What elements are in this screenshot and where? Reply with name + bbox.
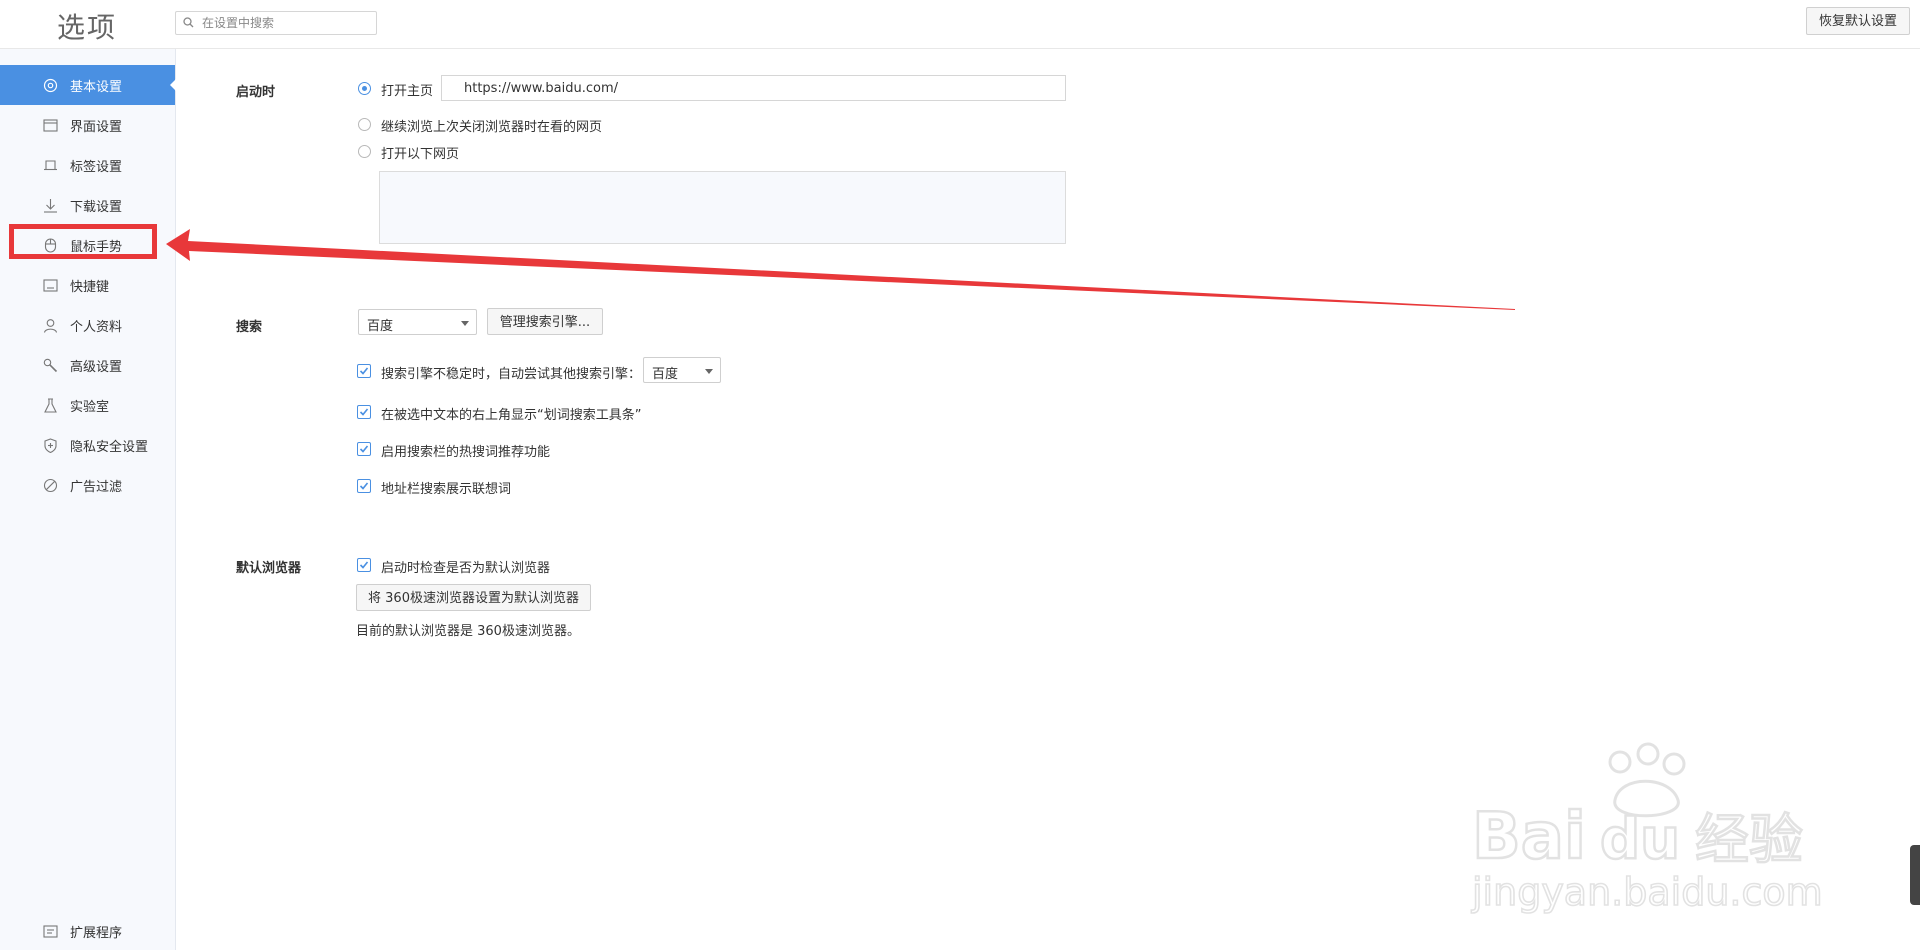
window-icon [43,119,58,132]
svg-text:经验: 经验 [1695,808,1803,871]
sidebar-item-label: 扩展程序 [70,926,123,941]
sidebar-item-label: 基本设置 [70,80,123,95]
chevron-down-icon [461,321,469,326]
block-icon [43,478,58,493]
extension-icon [43,925,58,938]
sidebar-item-advanced[interactable]: 高级设置 [0,345,175,385]
selection-toolbar-label: 在被选中文本的右上角显示“划词搜索工具条” [381,408,642,423]
sidebar-item-label: 界面设置 [70,120,123,135]
sidebar-item-label: 下载设置 [70,200,123,215]
address-suggest-label: 地址栏搜索展示联想词 [381,482,512,497]
checkbox-hot-words[interactable] [357,442,371,456]
check-default-label: 启动时检查是否为默认浏览器 [381,561,551,576]
sidebar-item-shortcuts[interactable]: 快捷键 [0,265,175,305]
sidebar-item-label: 广告过滤 [70,480,123,495]
checkbox-address-suggest[interactable] [357,479,371,493]
checkbox-check-default[interactable] [357,558,371,572]
download-icon [44,199,57,213]
search-fallback-label: 搜索引擎不稳定时，自动尝试其他搜索引擎： [381,367,642,382]
flask-icon [44,398,57,413]
radio-continue-session-label: 继续浏览上次关闭浏览器时在看的网页 [381,120,603,135]
sidebar-item-adblock[interactable]: 广告过滤 [0,465,175,505]
search-section-label: 搜索 [236,320,263,335]
wrench-icon [43,358,58,373]
sidebar-item-profile[interactable]: 个人资料 [0,305,175,345]
sidebar-item-label: 隐私安全设置 [70,440,149,455]
sidebar-item-label: 高级设置 [70,360,123,375]
radio-open-pages[interactable] [358,145,371,158]
radio-open-home[interactable] [358,82,371,95]
sidebar-item-label: 鼠标手势 [70,240,123,255]
sidebar-item-download[interactable]: 下载设置 [0,185,175,225]
sidebar-item-tabs[interactable]: 标签设置 [0,145,175,185]
startup-pages-list[interactable] [379,171,1066,244]
sidebar-item-extensions[interactable]: 扩展程序 [0,911,175,951]
sidebar-item-mouse-gesture[interactable]: 鼠标手势 [0,225,175,265]
sidebar-item-basic[interactable]: 基本设置 [0,65,176,105]
sidebar: 基本设置 界面设置 标签设置 下载设置 鼠标手势 快捷键 个人资料 高级设置 实… [0,49,176,950]
search-icon [183,17,194,28]
keyboard-icon [43,279,58,292]
startup-section-label: 启动时 [236,85,276,100]
search-box[interactable] [175,11,377,35]
radio-open-pages-label: 打开以下网页 [381,147,460,162]
checkmark-icon [359,482,369,490]
sidebar-item-label: 个人资料 [70,320,123,335]
home-url-input[interactable] [441,75,1066,101]
hot-words-label: 启用搜索栏的热搜词推荐功能 [381,445,551,460]
chevron-down-icon [705,369,713,374]
checkmark-icon [359,445,369,453]
baidu-jingyan-watermark: Bai du 经验 jingyan.baidu.com [1470,742,1823,915]
shield-icon [44,438,57,453]
sidebar-item-label: 快捷键 [70,280,110,295]
fallback-engine-value: 百度 [652,367,679,382]
manage-search-engines-button[interactable]: 管理搜索引擎... [487,308,603,335]
checkmark-icon [359,561,369,569]
search-input[interactable] [200,14,374,32]
default-browser-status: 目前的默认浏览器是 360极速浏览器。 [356,624,580,639]
radio-open-home-label: 打开主页 [381,84,434,99]
default-browser-section-label: 默认浏览器 [236,561,302,576]
header-bar: 选项 恢复默认设置 [0,0,1920,49]
checkbox-selection-toolbar[interactable] [357,405,371,419]
tab-icon [44,160,57,171]
page-title: 选项 [57,11,118,44]
sidebar-item-label: 标签设置 [70,160,123,175]
search-engine-value: 百度 [367,319,394,334]
checkbox-search-fallback[interactable] [357,364,371,378]
checkmark-icon [359,408,369,416]
svg-text:jingyan.baidu.com: jingyan.baidu.com [1471,870,1823,914]
sidebar-item-privacy[interactable]: 隐私安全设置 [0,425,175,465]
set-default-browser-button[interactable]: 将 360极速浏览器设置为默认浏览器 [356,584,591,611]
mouse-icon [44,238,57,253]
svg-text:du: du [1600,807,1680,872]
user-icon [43,319,58,333]
search-engine-select[interactable]: 百度 [358,309,477,335]
checkmark-icon [359,367,369,375]
sidebar-item-interface[interactable]: 界面设置 [0,105,175,145]
side-scroll-handle[interactable] [1910,845,1920,905]
fallback-engine-select[interactable]: 百度 [643,357,721,383]
radio-continue-session[interactable] [358,118,371,131]
reset-defaults-button[interactable]: 恢复默认设置 [1805,7,1910,35]
svg-text:Bai: Bai [1472,800,1586,874]
settings-icon [43,78,58,93]
sidebar-item-lab[interactable]: 实验室 [0,385,175,425]
sidebar-item-label: 实验室 [70,400,110,415]
